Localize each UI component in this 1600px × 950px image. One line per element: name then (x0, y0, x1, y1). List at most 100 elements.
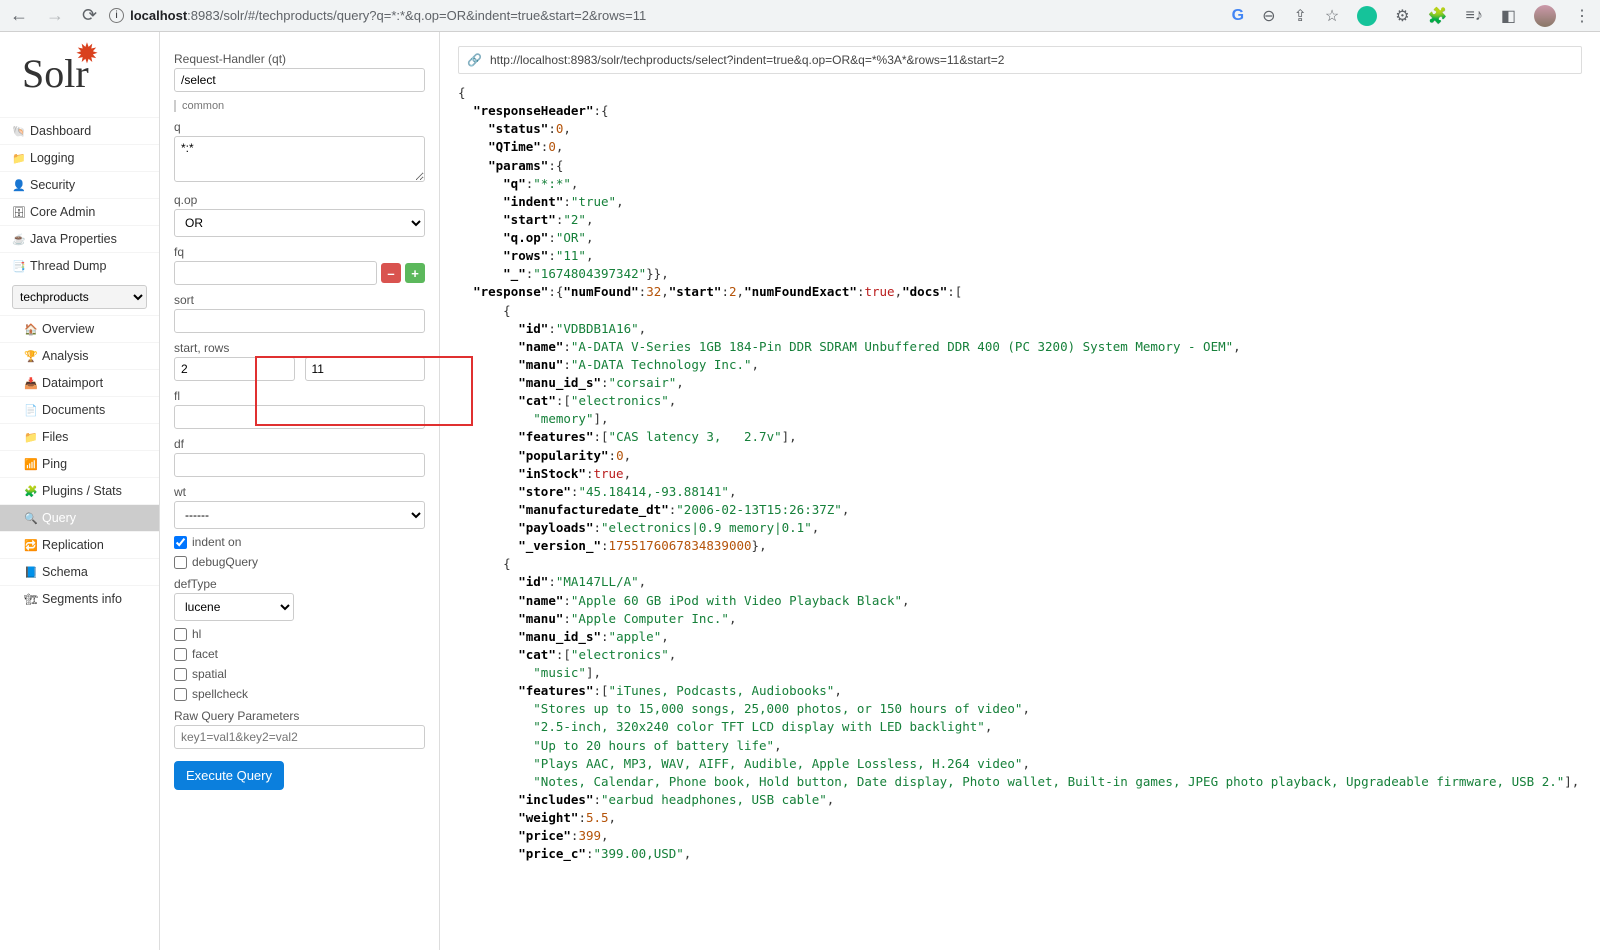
nav-item-logging[interactable]: 📁Logging (0, 144, 159, 171)
menu-icon[interactable]: ⋮ (1574, 6, 1590, 26)
df-label: df (174, 437, 425, 451)
nav-item-java-properties[interactable]: ☕Java Properties (0, 225, 159, 252)
grammarly-icon[interactable] (1357, 6, 1377, 26)
nav-icon: 🏠 (24, 323, 38, 337)
result-panel: 🔗 http://localhost:8983/solr/techproduct… (440, 32, 1600, 950)
nav-icon: 📁 (12, 152, 26, 166)
nav-icon: 📶 (24, 458, 38, 472)
fq-label: fq (174, 245, 425, 259)
spellcheck-label: spellcheck (192, 687, 248, 701)
subnav-item-segments-info[interactable]: 🏗Segments info (0, 585, 159, 612)
nav-icon: 🧩 (24, 485, 38, 499)
fl-input[interactable] (174, 405, 425, 429)
df-input[interactable] (174, 453, 425, 477)
subnav-item-schema[interactable]: 📘Schema (0, 558, 159, 585)
execute-query-button[interactable]: Execute Query (174, 761, 284, 790)
request-handler-label: Request-Handler (qt) (174, 52, 425, 66)
url-path: :8983/solr/#/techproducts/query?q=*:*&q.… (187, 8, 646, 23)
q-label: q (174, 120, 425, 134)
subnav-item-plugins-stats[interactable]: 🧩Plugins / Stats (0, 477, 159, 504)
google-icon[interactable]: G (1232, 7, 1244, 25)
spatial-checkbox[interactable] (174, 668, 187, 681)
deftype-select[interactable]: lucene (174, 593, 294, 621)
section-common: common (174, 100, 425, 112)
nav-icon: 🏆 (24, 350, 38, 364)
browser-actions: G ⊖ ⇪ ☆ ⚙ 🧩 ≡♪ ◧ ⋮ (1232, 5, 1590, 27)
result-url: http://localhost:8983/solr/techproducts/… (490, 53, 1004, 67)
reload-icon[interactable]: ⟳ (82, 5, 97, 26)
fl-label: fl (174, 389, 425, 403)
result-url-bar[interactable]: 🔗 http://localhost:8983/solr/techproduct… (458, 46, 1582, 74)
nav-icon: 👤 (12, 179, 26, 193)
nav-icon: 🗄 (12, 206, 26, 220)
subnav-item-overview[interactable]: 🏠Overview (0, 315, 159, 342)
subnav-item-ping[interactable]: 📶Ping (0, 450, 159, 477)
facet-checkbox[interactable] (174, 648, 187, 661)
request-handler-input[interactable] (174, 68, 425, 92)
panel-icon[interactable]: ◧ (1501, 6, 1516, 26)
subnav-item-files[interactable]: 📁Files (0, 423, 159, 450)
back-icon[interactable]: ← (10, 5, 28, 26)
url-host: localhost (130, 8, 187, 23)
zoom-icon[interactable]: ⊖ (1262, 6, 1275, 26)
wt-select[interactable]: ------ (174, 501, 425, 529)
indent-label: indent on (192, 535, 241, 549)
share-icon[interactable]: ⇪ (1294, 6, 1307, 26)
address-bar[interactable]: i localhost:8983/solr/#/techproducts/que… (109, 8, 1220, 23)
nav-icon: 🔍 (24, 512, 38, 526)
fq-remove-button[interactable]: – (381, 263, 401, 283)
nav-icon: 📑 (12, 260, 26, 274)
wt-label: wt (174, 485, 425, 499)
solr-logo: Solr✹ (0, 50, 159, 117)
hl-label: hl (192, 627, 201, 641)
raw-params-label: Raw Query Parameters (174, 709, 425, 723)
site-info-icon[interactable]: i (109, 8, 124, 23)
nav-icon: 📁 (24, 431, 38, 445)
subnav-item-analysis[interactable]: 🏆Analysis (0, 342, 159, 369)
subnav-item-query[interactable]: 🔍Query (0, 504, 159, 531)
nav-item-core-admin[interactable]: 🗄Core Admin (0, 198, 159, 225)
facet-label: facet (192, 647, 218, 661)
q-input[interactable]: *:* (174, 136, 425, 182)
nav-item-dashboard[interactable]: 🐚Dashboard (0, 117, 159, 144)
bookmark-icon[interactable]: ☆ (1325, 6, 1339, 26)
core-selector[interactable]: techproducts (12, 285, 147, 309)
subnav-item-dataimport[interactable]: 📥Dataimport (0, 369, 159, 396)
startrows-label: start, rows (174, 341, 425, 355)
sidebar: Solr✹ 🐚Dashboard📁Logging👤Security🗄Core A… (0, 32, 160, 950)
start-input[interactable] (174, 357, 295, 381)
playlist-icon[interactable]: ≡♪ (1466, 7, 1483, 25)
nav-item-security[interactable]: 👤Security (0, 171, 159, 198)
subnav-item-documents[interactable]: 📄Documents (0, 396, 159, 423)
hl-checkbox[interactable] (174, 628, 187, 641)
debugquery-checkbox[interactable] (174, 556, 187, 569)
sort-label: sort (174, 293, 425, 307)
indent-checkbox[interactable] (174, 536, 187, 549)
rows-input[interactable] (305, 357, 426, 381)
fq-input[interactable] (174, 261, 377, 285)
logo-flare-icon: ✹ (75, 37, 98, 71)
debugquery-label: debugQuery (192, 555, 258, 569)
nav-icon: 🔁 (24, 539, 38, 553)
nav-icon: 📘 (24, 566, 38, 580)
qop-label: q.op (174, 193, 425, 207)
sort-input[interactable] (174, 309, 425, 333)
raw-params-input[interactable] (174, 725, 425, 749)
spatial-label: spatial (192, 667, 227, 681)
qop-select[interactable]: OR (174, 209, 425, 237)
forward-icon[interactable]: → (46, 5, 64, 26)
nav-icon: 🐚 (12, 125, 26, 139)
query-form: Request-Handler (qt) common q *:* q.op O… (160, 32, 440, 950)
deftype-label: defType (174, 577, 425, 591)
gear-icon[interactable]: ⚙ (1395, 6, 1409, 26)
spellcheck-checkbox[interactable] (174, 688, 187, 701)
profile-avatar[interactable] (1534, 5, 1556, 27)
subnav-item-replication[interactable]: 🔁Replication (0, 531, 159, 558)
nav-icon: 📥 (24, 377, 38, 391)
nav-item-thread-dump[interactable]: 📑Thread Dump (0, 252, 159, 279)
extensions-icon[interactable]: 🧩 (1428, 6, 1448, 26)
nav-icon: 🏗 (24, 593, 38, 607)
fq-add-button[interactable]: + (405, 263, 425, 283)
link-icon: 🔗 (467, 53, 482, 67)
json-response: { "responseHeader":{ "status":0, "QTime"… (458, 84, 1582, 863)
